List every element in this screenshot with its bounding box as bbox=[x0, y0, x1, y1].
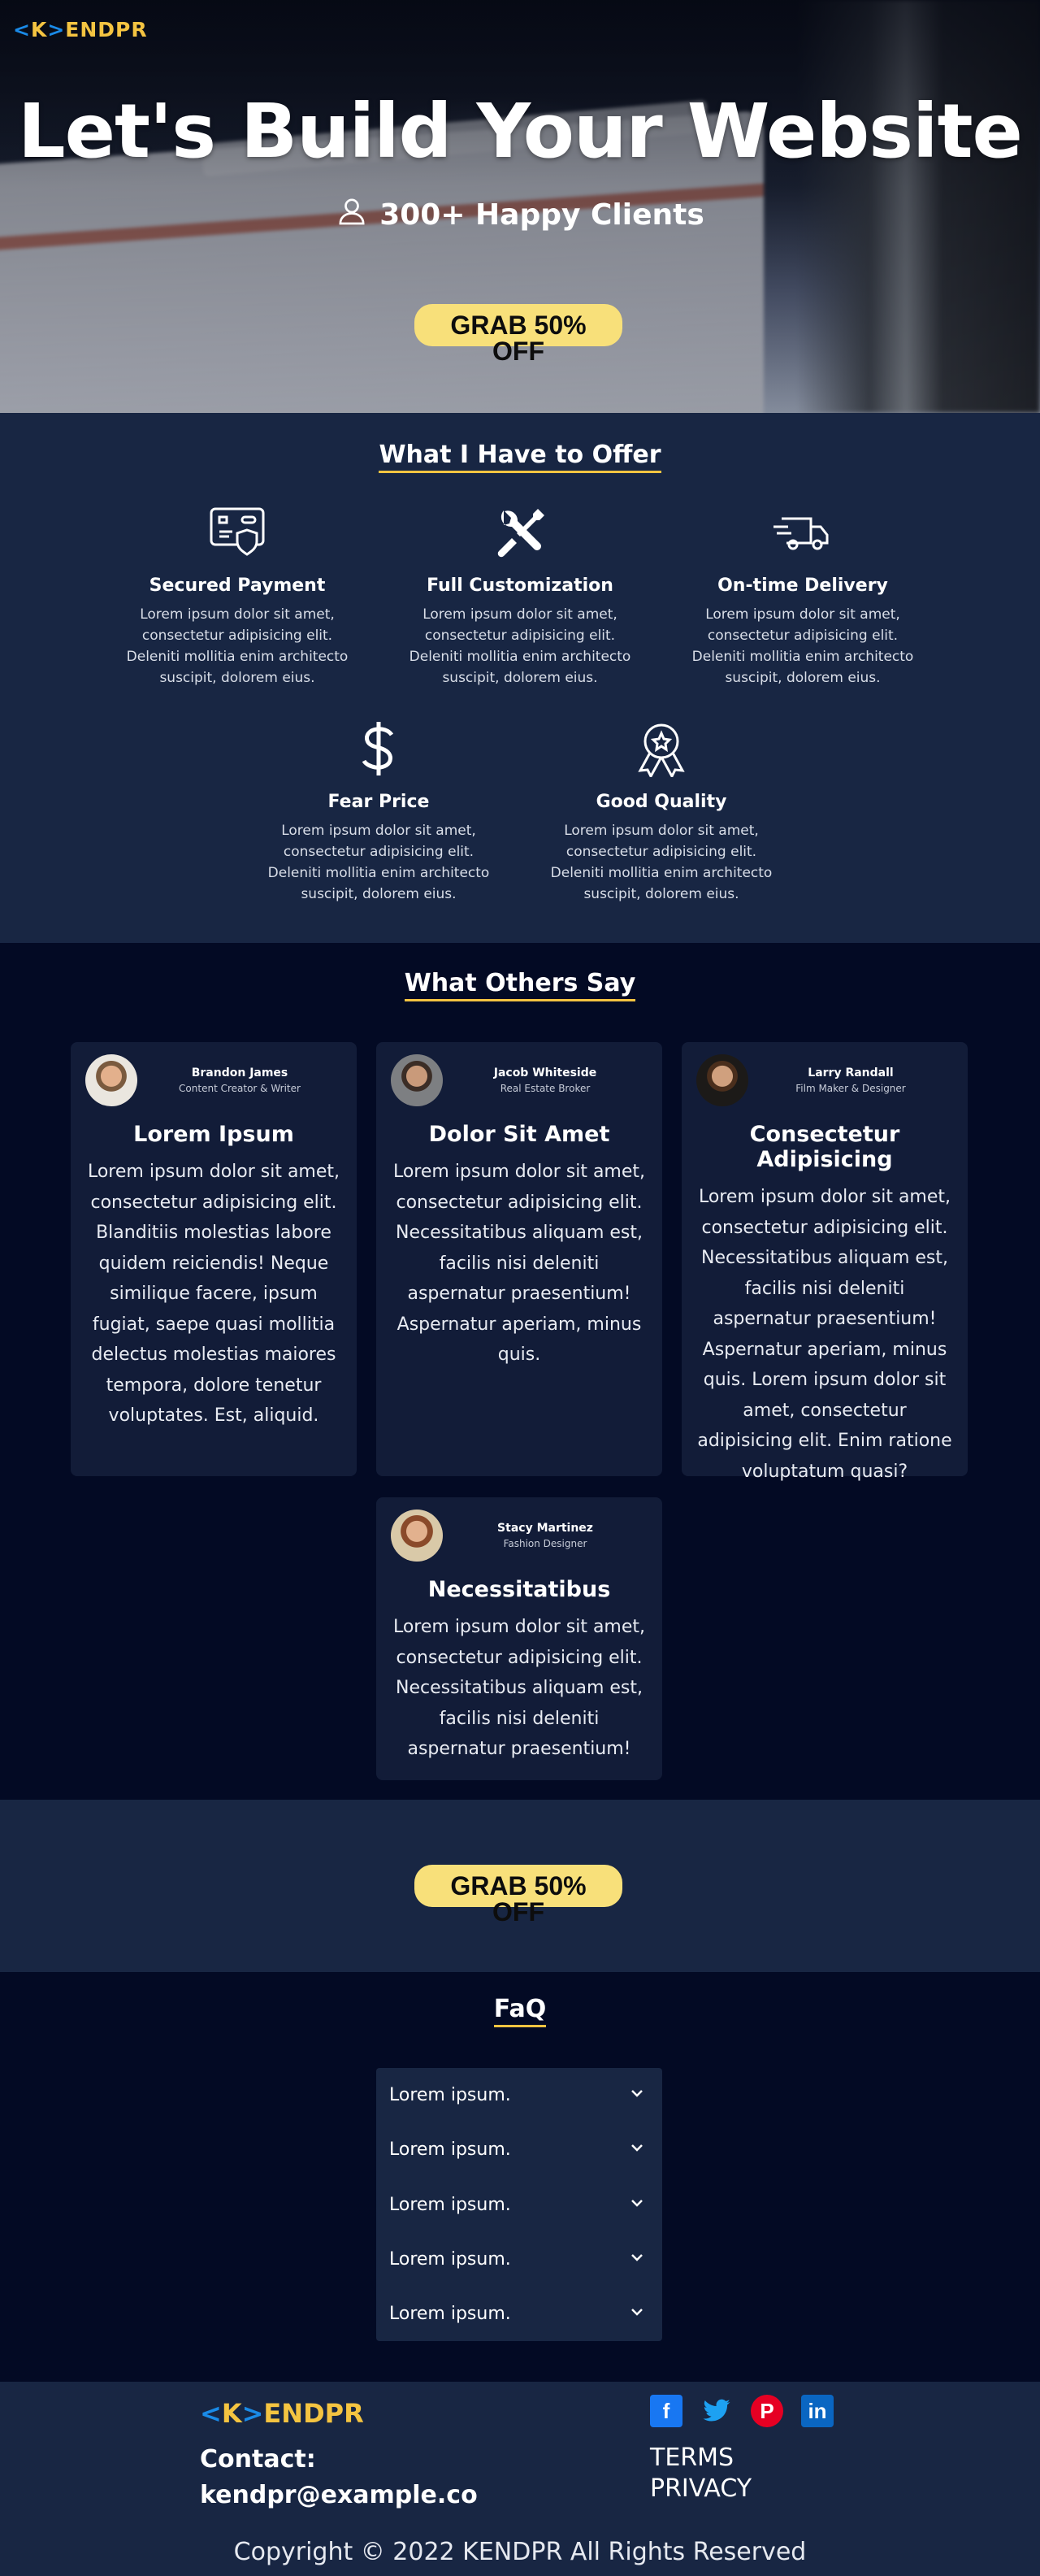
faq-item[interactable]: Lorem ipsum. bbox=[376, 2122, 662, 2177]
avatar bbox=[391, 1054, 443, 1106]
testimonial-name: Larry Randall bbox=[808, 1066, 894, 1079]
testimonial-name: Brandon James bbox=[191, 1066, 288, 1079]
offer-section: What I Have to Offer Secured Payment Lor… bbox=[0, 413, 1040, 943]
faq-question: Lorem ipsum. bbox=[389, 2139, 511, 2161]
feature-fear-price: Fear Price Lorem ipsum dolor sit amet, c… bbox=[257, 720, 500, 905]
avatar bbox=[696, 1054, 748, 1106]
feature-good-quality: Good Quality Lorem ipsum dolor sit amet,… bbox=[540, 720, 783, 905]
feature-title: Good Quality bbox=[596, 792, 727, 812]
testimonial-text: Lorem ipsum dolor sit amet, consectetur … bbox=[87, 1162, 340, 1426]
contact-label: Contact: bbox=[200, 2445, 316, 2474]
faq-list: Lorem ipsum. Lorem ipsum. Lorem ipsum. L… bbox=[376, 2068, 662, 2342]
credit-card-shield-icon bbox=[115, 504, 359, 561]
hero-subtitle: 300+ Happy Clients bbox=[0, 195, 1040, 235]
testimonials-title: What Others Say bbox=[0, 969, 1040, 1001]
feature-title: On-time Delivery bbox=[717, 576, 888, 596]
offer-title: What I Have to Offer bbox=[0, 441, 1040, 473]
feature-text: Lorem ipsum dolor sit amet, consectetur … bbox=[409, 606, 631, 686]
faq-question: Lorem ipsum. bbox=[389, 2304, 511, 2325]
feature-title: Secured Payment bbox=[149, 576, 326, 596]
testimonial-role: Film Maker & Designer bbox=[795, 1083, 906, 1094]
testimonial-text: Lorem ipsum dolor sit amet, consectetur … bbox=[392, 1617, 646, 1759]
faq-item[interactable]: Lorem ipsum. bbox=[376, 2068, 662, 2122]
chevron-down-icon[interactable] bbox=[630, 2195, 644, 2215]
terms-link[interactable]: TERMS bbox=[650, 2444, 734, 2472]
testimonial-heading: Lorem Ipsum bbox=[133, 1122, 294, 1147]
avatar bbox=[391, 1510, 443, 1562]
wrench-screwdriver-icon bbox=[398, 504, 642, 561]
feature-text: Lorem ipsum dolor sit amet, consectetur … bbox=[550, 823, 773, 902]
faq-section: FaQ Lorem ipsum. Lorem ipsum. Lorem ipsu… bbox=[0, 1972, 1040, 2382]
chevron-down-icon[interactable] bbox=[630, 2139, 644, 2160]
testimonial-text: Lorem ipsum dolor sit amet, consectetur … bbox=[697, 1187, 952, 1482]
avatar bbox=[85, 1054, 137, 1106]
facebook-icon[interactable]: f bbox=[650, 2395, 682, 2427]
chevron-down-icon[interactable] bbox=[630, 2249, 644, 2270]
testimonial-name: Stacy Martinez bbox=[497, 1522, 593, 1535]
award-ribbon-icon bbox=[540, 720, 783, 777]
truck-icon bbox=[681, 504, 925, 561]
cta-band: GRAB 50% OFF bbox=[0, 1800, 1040, 1972]
privacy-link[interactable]: PRIVACY bbox=[650, 2474, 752, 2503]
feature-text: Lorem ipsum dolor sit amet, consectetur … bbox=[126, 606, 349, 686]
testimonial-heading: Necessitatibus bbox=[427, 1577, 611, 1602]
contact-email-link[interactable]: kendpr@example.co bbox=[200, 2481, 478, 2509]
hero-title: Let's Build Your Website bbox=[18, 88, 1023, 175]
feature-full-customization: Full Customization Lorem ipsum dolor sit… bbox=[398, 504, 642, 689]
dollar-icon bbox=[257, 720, 500, 777]
pinterest-icon[interactable]: P bbox=[751, 2395, 783, 2427]
feature-title: Full Customization bbox=[427, 576, 613, 596]
testimonial-card: Brandon James Content Creator & Writer L… bbox=[71, 1042, 357, 1476]
hero-section: <K>ENDPR Let's Build Your Website 300+ H… bbox=[0, 0, 1040, 413]
faq-title: FaQ bbox=[0, 1995, 1040, 2027]
faq-item[interactable]: Lorem ipsum. bbox=[376, 2287, 662, 2341]
testimonial-role: Content Creator & Writer bbox=[179, 1083, 301, 1094]
feature-on-time-delivery: On-time Delivery Lorem ipsum dolor sit a… bbox=[681, 504, 925, 689]
user-icon bbox=[336, 195, 368, 235]
site-footer: <K>ENDPR Contact: kendpr@example.co f P … bbox=[0, 2382, 1040, 2576]
testimonial-card: Larry Randall Film Maker & Designer Cons… bbox=[682, 1042, 968, 1482]
chevron-down-icon[interactable] bbox=[630, 2085, 644, 2105]
testimonial-name: Jacob Whiteside bbox=[493, 1066, 597, 1079]
feature-secured-payment: Secured Payment Lorem ipsum dolor sit am… bbox=[115, 504, 359, 689]
testimonial-heading: Dolor Sit Amet bbox=[428, 1122, 610, 1147]
testimonial-role: Real Estate Broker bbox=[500, 1083, 591, 1094]
testimonial-text: Lorem ipsum dolor sit amet, consectetur … bbox=[392, 1162, 646, 1365]
faq-question: Lorem ipsum. bbox=[389, 2085, 511, 2106]
faq-item[interactable]: Lorem ipsum. bbox=[376, 2178, 662, 2232]
grab-offer-button[interactable]: GRAB 50% OFF bbox=[414, 304, 622, 364]
testimonial-card: Stacy Martinez Fashion Designer Necessit… bbox=[376, 1497, 662, 1780]
feature-text: Lorem ipsum dolor sit amet, consectetur … bbox=[267, 823, 490, 902]
faq-question: Lorem ipsum. bbox=[389, 2194, 511, 2215]
footer-logo[interactable]: <K>ENDPR bbox=[200, 2398, 364, 2429]
linkedin-icon[interactable]: in bbox=[801, 2395, 834, 2427]
testimonial-heading: Consectetur Adipisicing bbox=[749, 1122, 900, 1172]
copyright: Copyright © 2022 KENDPR All Rights Reser… bbox=[233, 2538, 807, 2566]
feature-title: Fear Price bbox=[327, 792, 430, 812]
testimonial-role: Fashion Designer bbox=[503, 1538, 587, 1549]
testimonial-card: Jacob Whiteside Real Estate Broker Dolor… bbox=[376, 1042, 662, 1476]
twitter-icon[interactable] bbox=[700, 2395, 733, 2427]
social-links: f P in bbox=[650, 2395, 834, 2427]
faq-question: Lorem ipsum. bbox=[389, 2249, 511, 2270]
grab-offer-button[interactable]: GRAB 50% OFF bbox=[414, 1865, 622, 1925]
faq-item[interactable]: Lorem ipsum. bbox=[376, 2232, 662, 2287]
chevron-down-icon[interactable] bbox=[630, 2304, 644, 2324]
testimonials-section: What Others Say Brandon James Content Cr… bbox=[0, 943, 1040, 1800]
site-logo[interactable]: <K>ENDPR bbox=[13, 18, 148, 41]
hero-subtitle-text: 300+ Happy Clients bbox=[379, 198, 704, 232]
feature-text: Lorem ipsum dolor sit amet, consectetur … bbox=[691, 606, 914, 686]
